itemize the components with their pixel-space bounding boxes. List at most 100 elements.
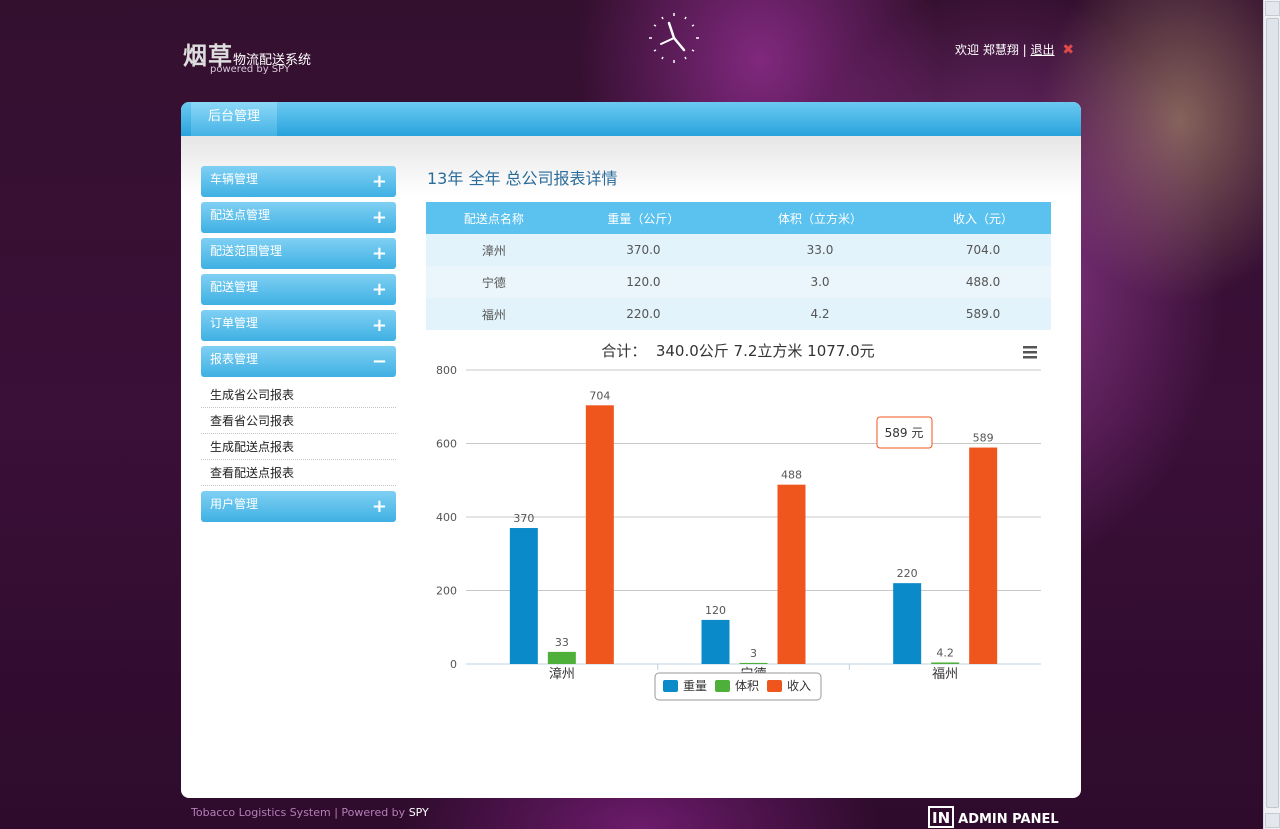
tab-admin[interactable]: 后台管理 [191, 102, 277, 136]
sidebar-item-label: 配送点管理 [210, 208, 271, 222]
sidebar-item-delivery[interactable]: 配送管理 + [201, 274, 396, 305]
scroll-down-button[interactable] [1265, 813, 1280, 828]
y-tick-label: 0 [450, 658, 457, 671]
report-bar-chart: 合计： 340.0公斤 7.2立方米 1077.0元 0 200 400 600 800… [436, 342, 1041, 701]
admin-logo-box: IN [928, 806, 955, 828]
sidebar-item-delivery-points[interactable]: 配送点管理 + [201, 202, 396, 233]
expand-icon[interactable]: + [372, 493, 387, 520]
data-label: 488 [781, 469, 802, 482]
sidebar-item-label: 用户管理 [210, 497, 259, 511]
admin-panel-logo: IN ADMIN PANEL [928, 806, 1059, 828]
expand-icon[interactable]: + [372, 312, 387, 339]
welcome-text: 欢迎 郑慧翔 | [955, 43, 1027, 57]
table-cell: 589.0 [915, 298, 1051, 330]
table-cell: 4.2 [724, 298, 916, 330]
chart-grid [466, 369, 1041, 665]
top-nav-bar: 后台管理 [181, 102, 1081, 136]
sidebar-item-label: 配送管理 [210, 280, 259, 294]
menu-icon[interactable] [1023, 346, 1037, 359]
bar-重量-宁德[interactable] [701, 619, 730, 664]
table-cell: 宁德 [426, 266, 562, 298]
y-tick-label: 800 [436, 364, 457, 377]
table-cell: 488.0 [915, 266, 1051, 298]
table-cell: 3.0 [724, 266, 916, 298]
y-tick-label: 200 [436, 585, 457, 598]
bar-体积-福州[interactable] [931, 662, 960, 664]
table-header-row: 配送点名称 重量（公斤） 体积（立方米） 收入（元） [426, 202, 1051, 234]
table-row: 漳州 370.0 33.0 704.0 [426, 234, 1051, 266]
legend-swatch [715, 680, 730, 692]
bar-重量-漳州[interactable] [509, 528, 538, 664]
expand-icon[interactable]: + [372, 204, 387, 231]
data-label: 220 [897, 567, 918, 580]
data-label: 33 [555, 636, 569, 649]
tooltip-text: 589 元 [885, 426, 924, 440]
y-tick-label: 400 [436, 511, 457, 524]
table-cell: 福州 [426, 298, 562, 330]
scroll-thumb[interactable] [1266, 18, 1279, 808]
scroll-up-button[interactable] [1265, 1, 1280, 16]
sidebar-item-label: 报表管理 [210, 352, 259, 366]
y-tick-label: 600 [436, 438, 457, 451]
legend-item-体积[interactable]: 体积 [735, 679, 759, 693]
table-cell: 120.0 [561, 266, 725, 298]
submenu-generate-point-report[interactable]: 生成配送点报表 [201, 434, 396, 460]
data-label: 704 [589, 389, 610, 402]
sidebar: 车辆管理 + 配送点管理 + 配送范围管理 + 配送管理 + 订单管理 + 报表… [201, 166, 396, 527]
expand-icon[interactable]: + [372, 168, 387, 195]
table-cell: 704.0 [915, 234, 1051, 266]
bar-收入-福州[interactable] [969, 447, 998, 664]
column-header: 配送点名称 [426, 202, 562, 234]
submenu-generate-province-report[interactable]: 生成省公司报表 [201, 382, 396, 408]
app-logo: 烟草物流配送系统 powered by SPY [183, 36, 311, 75]
table-row: 宁德 120.0 3.0 488.0 [426, 266, 1051, 298]
x-tick-label: 福州 [932, 667, 958, 682]
bar-体积-漳州[interactable] [547, 651, 576, 664]
data-label: 4.2 [936, 646, 954, 659]
table-cell: 370.0 [561, 234, 725, 266]
footer-system-text: Tobacco Logistics System | Powered by [191, 806, 409, 819]
footer-spy: SPY [408, 806, 429, 819]
legend-item-收入[interactable]: 收入 [787, 679, 811, 693]
data-label: 370 [513, 512, 534, 525]
bar-体积-宁德[interactable] [739, 662, 768, 664]
bar-收入-宁德[interactable] [777, 484, 806, 664]
sidebar-item-users[interactable]: 用户管理 + [201, 491, 396, 522]
admin-logo-text: ADMIN PANEL [958, 812, 1059, 827]
sidebar-item-label: 订单管理 [210, 316, 259, 330]
x-tick-label: 漳州 [549, 666, 575, 682]
data-label: 3 [750, 647, 757, 660]
reports-submenu: 生成省公司报表 查看省公司报表 生成配送点报表 查看配送点报表 [201, 382, 396, 486]
legend-swatch [663, 680, 678, 692]
expand-icon[interactable]: + [372, 240, 387, 267]
collapse-icon[interactable]: − [372, 348, 387, 375]
logout-link[interactable]: 退出 [1031, 43, 1055, 57]
legend-swatch [767, 680, 782, 692]
sidebar-item-label: 配送范围管理 [210, 244, 283, 258]
submenu-view-point-report[interactable]: 查看配送点报表 [201, 460, 396, 486]
sidebar-item-label: 车辆管理 [210, 172, 259, 186]
close-icon[interactable]: ✖ [1062, 42, 1074, 58]
chart-legend: 重量 体积 收入 [654, 672, 822, 701]
table-cell: 33.0 [724, 234, 916, 266]
legend-item-重量[interactable]: 重量 [683, 679, 707, 693]
sidebar-item-reports[interactable]: 报表管理 − [201, 346, 396, 377]
sidebar-item-vehicles[interactable]: 车辆管理 + [201, 166, 396, 197]
report-table: 配送点名称 重量（公斤） 体积（立方米） 收入（元） 漳州 370.0 33.0… [426, 202, 1051, 330]
main-panel: 后台管理 车辆管理 + 配送点管理 + 配送范围管理 + 配送管理 + 订单管理… [181, 102, 1081, 798]
vertical-scrollbar[interactable] [1263, 0, 1280, 829]
table-row: 福州 220.0 4.2 589.0 [426, 298, 1051, 330]
sidebar-item-delivery-range[interactable]: 配送范围管理 + [201, 238, 396, 269]
bar-收入-漳州[interactable] [585, 405, 614, 664]
expand-icon[interactable]: + [372, 276, 387, 303]
clock-icon [649, 13, 699, 63]
footer-text: Tobacco Logistics System | Powered by SP… [191, 806, 429, 819]
submenu-view-province-report[interactable]: 查看省公司报表 [201, 408, 396, 434]
table-cell: 漳州 [426, 234, 562, 266]
page-title: 13年 全年 总公司报表详情 [427, 169, 618, 188]
data-label: 120 [705, 604, 726, 617]
bar-重量-福州[interactable] [893, 583, 922, 664]
sidebar-item-orders[interactable]: 订单管理 + [201, 310, 396, 341]
table-cell: 220.0 [561, 298, 725, 330]
chart-title: 合计： 340.0公斤 7.2立方米 1077.0元 [601, 342, 874, 360]
